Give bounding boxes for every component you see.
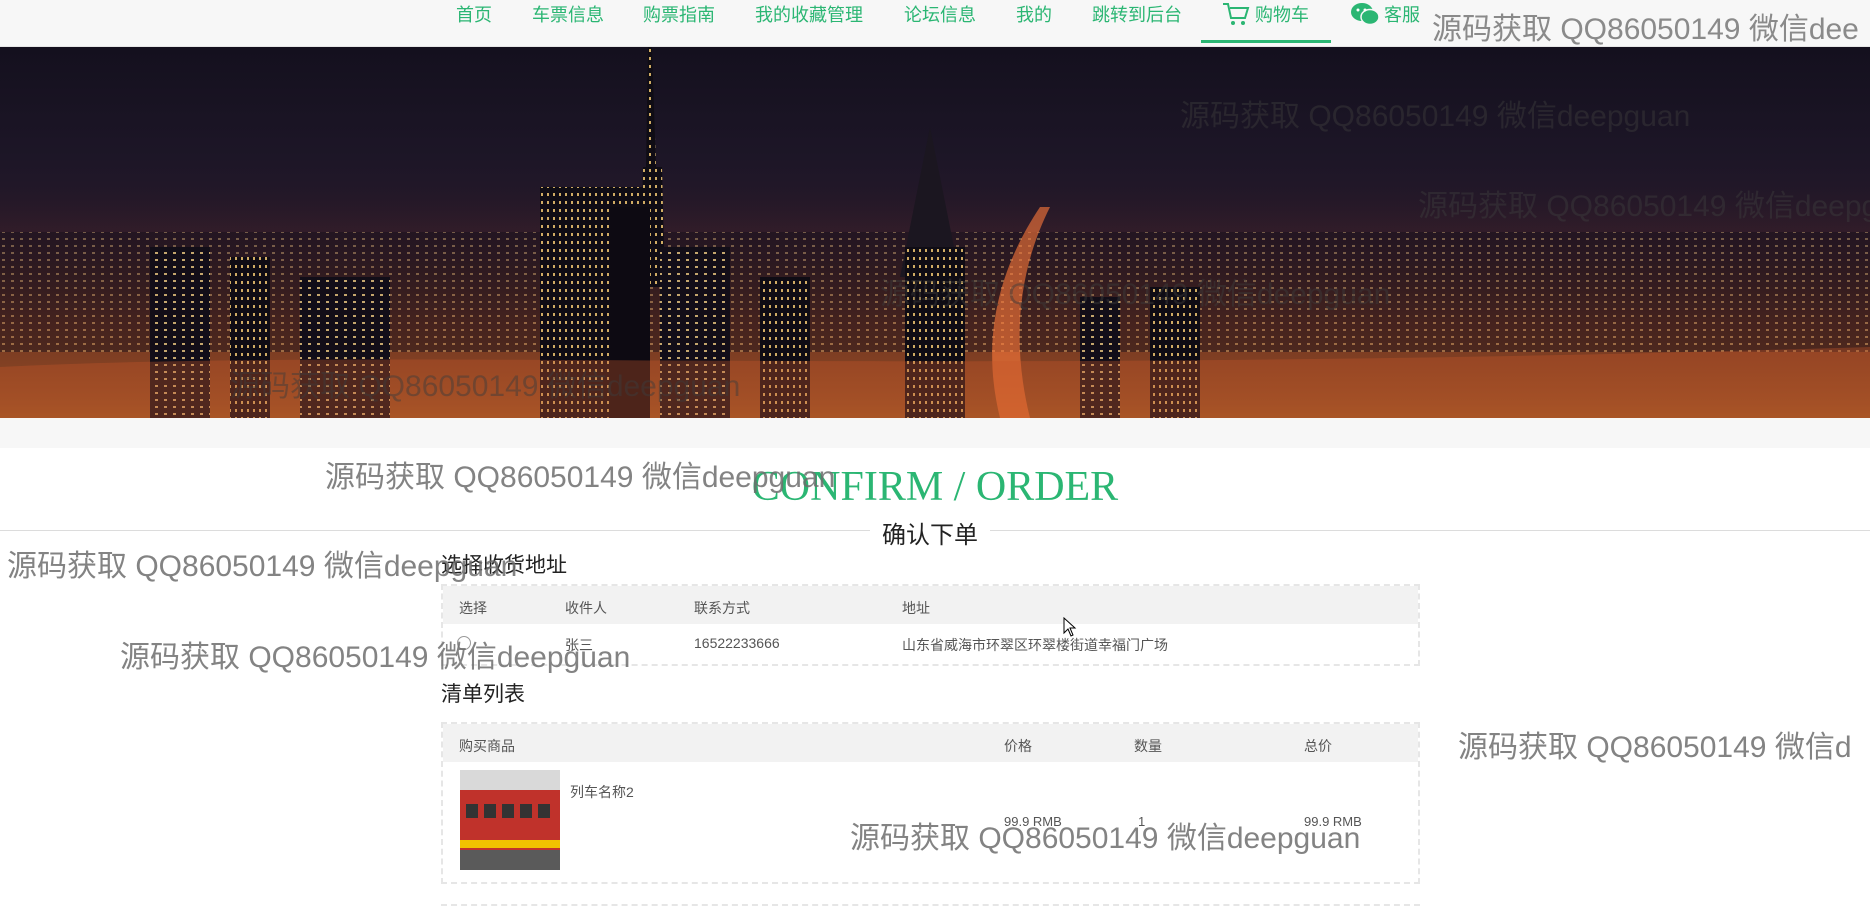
cursor-icon <box>1063 617 1077 637</box>
nav-home[interactable]: 首页 <box>456 0 492 46</box>
nav-my-favorites[interactable]: 我的收藏管理 <box>755 0 863 46</box>
nav-ticket-info[interactable]: 车票信息 <box>532 0 604 46</box>
nav-purchase-guide[interactable]: 购票指南 <box>643 0 715 46</box>
watermark-text: 源码获取 QQ86050149 微信deepguan <box>325 461 836 494</box>
train-thumbnail[interactable] <box>460 770 560 870</box>
order-table-header: 购买商品 价格 数量 总价 <box>443 724 1418 762</box>
column-header: 数量 <box>1134 738 1162 754</box>
column-header: 总价 <box>1304 738 1332 754</box>
watermark-text: 源码获取 QQ86050149 微信deepguan <box>850 822 1361 855</box>
address-cell: 山东省威海市环翠区环翠楼街道幸福门广场 <box>902 637 1168 653</box>
watermark-text: 源码获取 QQ86050149 微信deepguan <box>120 641 631 674</box>
nav-cart-label: 购物车 <box>1255 5 1309 25</box>
train-image <box>460 770 560 870</box>
watermark-text: 源码获取 QQ86050149 微信deepguan <box>230 370 741 403</box>
column-header: 地址 <box>902 600 930 616</box>
nav-my[interactable]: 我的 <box>1016 0 1052 46</box>
order-table: 购买商品 价格 数量 总价 列车名称2 99.9 RMB 1 99.9 RMB <box>441 722 1420 884</box>
product-name: 列车名称2 <box>570 784 634 800</box>
nav-service-label: 客服 <box>1384 5 1420 25</box>
address-table-header: 选择 收件人 联系方式 地址 <box>443 586 1418 624</box>
watermark-text: 源码获取 QQ86050149 微信d <box>1458 731 1852 764</box>
nav-admin-backend[interactable]: 跳转到后台 <box>1092 0 1182 46</box>
column-header: 联系方式 <box>694 600 750 616</box>
nav-forum[interactable]: 论坛信息 <box>904 0 976 46</box>
banner-spacer <box>0 418 1870 448</box>
phone-cell: 16522233666 <box>694 635 780 651</box>
order-list-heading: 清单列表 <box>441 683 525 706</box>
column-header: 购买商品 <box>459 738 515 754</box>
watermark-text: 源码获取 QQ86050149 微信deepguan <box>1418 190 1870 223</box>
column-header: 价格 <box>1004 738 1032 754</box>
watermark-text: 源码获取 QQ86050149 微信deepguan <box>1180 100 1691 133</box>
watermark-text: 源码获取 QQ86050149 微信dee <box>1432 13 1859 46</box>
wechat-icon <box>1351 3 1380 26</box>
watermark-text: 源码获取 QQ86050149 微信deepguan <box>7 550 518 583</box>
top-nav: 首页 车票信息 购票指南 我的收藏管理 论坛信息 我的 跳转到后台 购物车 客服… <box>0 0 1870 47</box>
cart-icon <box>1223 3 1250 25</box>
column-header: 选择 <box>459 600 487 616</box>
column-header: 收件人 <box>565 600 607 616</box>
banner-image: 源码获取 QQ86050149 微信deepguan 源码获取 QQ860501… <box>0 47 1870 418</box>
nav-cart[interactable]: 购物车 <box>1201 0 1331 43</box>
page-title-en: CONFIRM / ORDER <box>751 464 1119 510</box>
page-title-cn: 确认下单 <box>870 515 990 550</box>
nav-customer-service[interactable]: 客服 <box>1350 0 1420 46</box>
watermark-text: 源码获取 QQ86050149 微信deepguan <box>880 278 1391 311</box>
